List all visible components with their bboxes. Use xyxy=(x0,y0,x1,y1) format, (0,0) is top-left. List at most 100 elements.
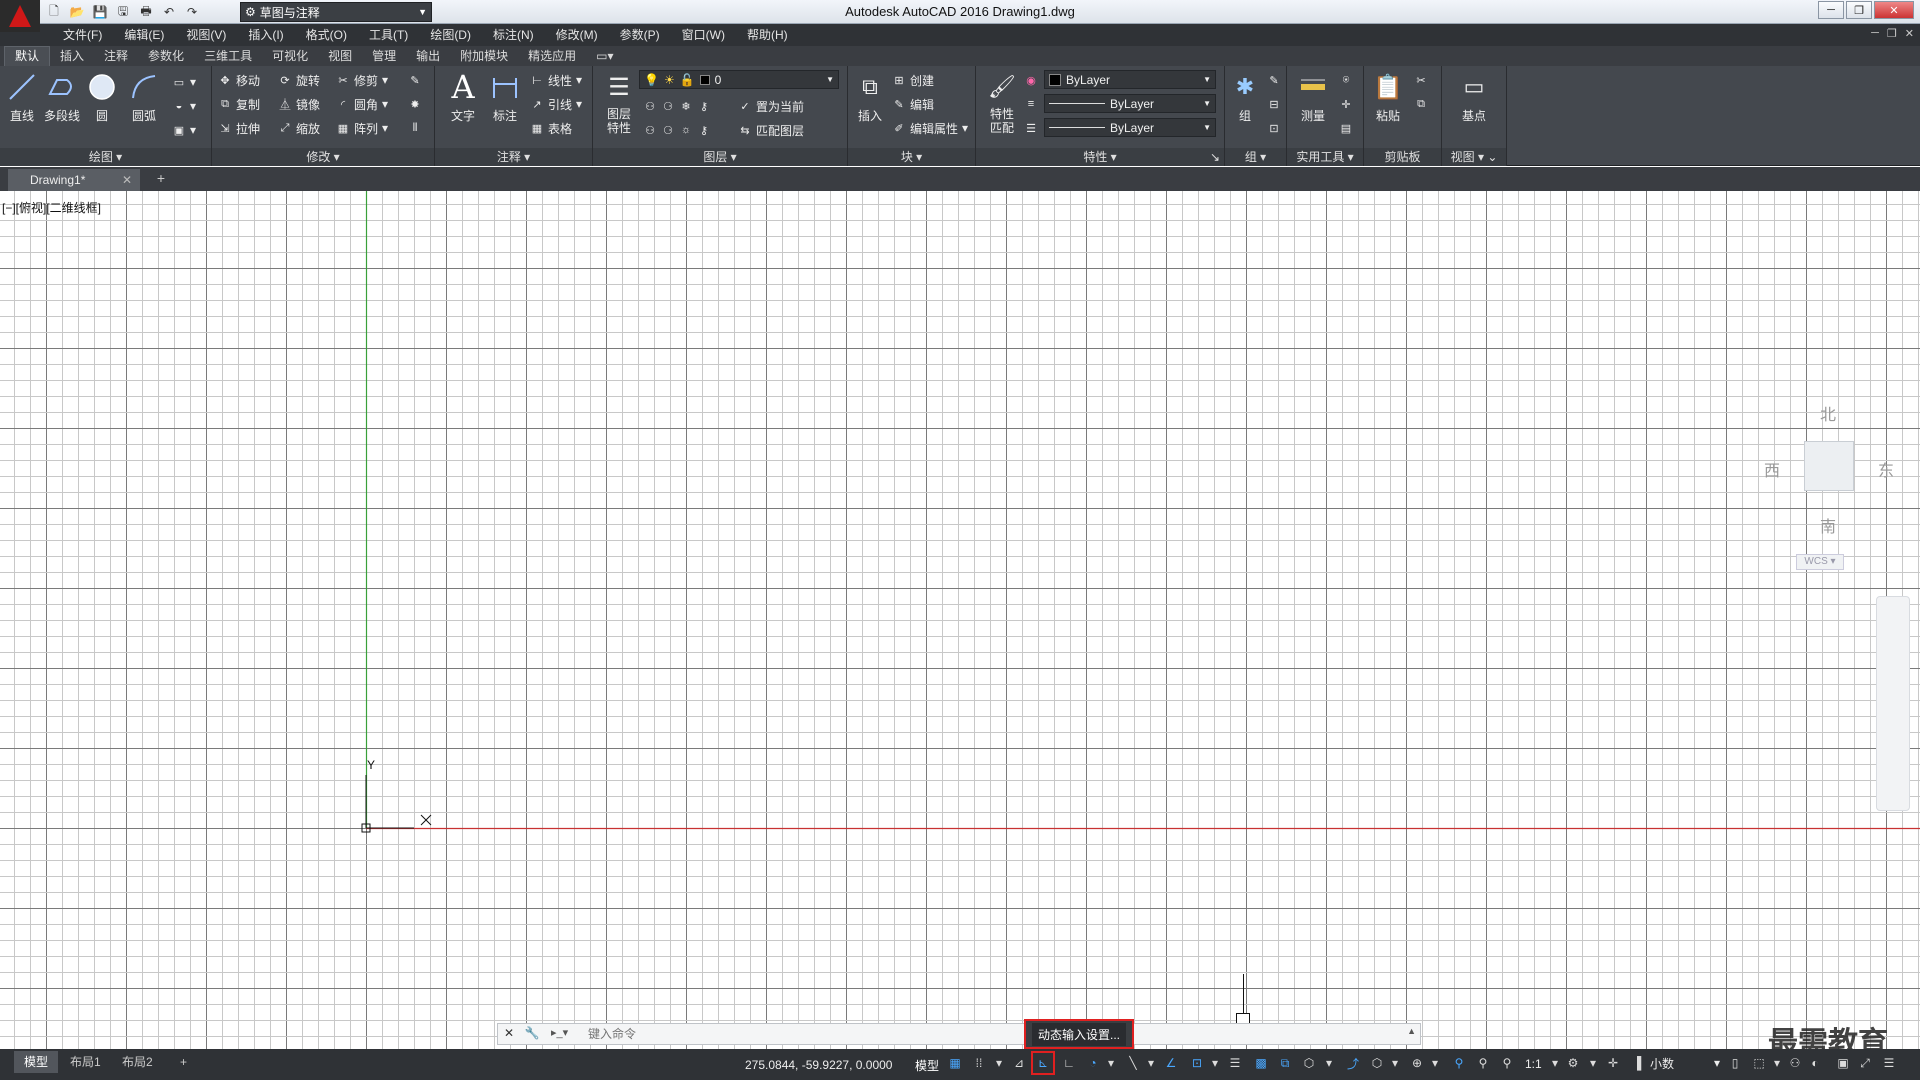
dynamic-input-settings-menu[interactable]: 动态输入设置... xyxy=(1024,1019,1134,1049)
tab-default[interactable]: 默认 xyxy=(4,46,51,66)
base-view-button[interactable]: ▭ 基点 xyxy=(1454,70,1494,124)
minimize-button[interactable]: ─ xyxy=(1818,1,1844,19)
color-selector[interactable]: ByLayer ▼ xyxy=(1044,70,1216,89)
linetype-selector[interactable]: ByLayer ▼ xyxy=(1044,94,1216,113)
quick-select-icon[interactable]: ⍟ xyxy=(1339,70,1353,90)
panel-modify-title[interactable]: 修改 ▾ xyxy=(212,148,434,166)
chevron-down-icon[interactable]: ▾ xyxy=(1142,1054,1160,1072)
match-layer-button[interactable]: ⇆ 匹配图层 xyxy=(738,120,804,140)
chevron-down-icon[interactable]: ▾ xyxy=(1320,1054,1338,1072)
hatch-button[interactable]: ◒ ▾ xyxy=(172,96,196,116)
annotation-scale-value[interactable]: 1:1 xyxy=(1525,1057,1542,1071)
chevron-down-icon[interactable]: ▾ xyxy=(1206,1054,1224,1072)
set-current-button[interactable]: ✓ 置为当前 xyxy=(738,96,804,116)
annotation-scale-icon[interactable]: ⚲ xyxy=(1498,1054,1516,1072)
trim-button[interactable]: ✂ 修剪 ▾ xyxy=(336,70,388,90)
stretch-button[interactable]: ⇲ 拉伸 xyxy=(218,118,260,138)
menu-parametric[interactable]: 参数(P) xyxy=(609,24,671,46)
3d-object-snap-icon[interactable]: ⬡ xyxy=(1300,1054,1318,1072)
edit-block-button[interactable]: ✎ 编辑 xyxy=(892,94,934,114)
circle-button[interactable]: 圆 xyxy=(82,70,122,124)
customization-icon[interactable]: ☰ xyxy=(1880,1054,1898,1072)
navigation-bar[interactable] xyxy=(1876,596,1910,811)
panel-utilities-title[interactable]: 实用工具 ▾ xyxy=(1287,148,1363,166)
viewcube-west[interactable]: 西 xyxy=(1764,457,1780,481)
grid-display-icon[interactable]: ▦ xyxy=(946,1054,964,1072)
selection-filter-icon[interactable]: ⬡ xyxy=(1368,1054,1386,1072)
menu-help[interactable]: 帮助(H) xyxy=(736,24,799,46)
measure-button[interactable]: 测量 xyxy=(1293,70,1333,124)
polar-tracking-icon[interactable]: ◔ xyxy=(1084,1054,1102,1072)
menu-format[interactable]: 格式(O) xyxy=(295,24,358,46)
point-style-icon[interactable]: ✛ xyxy=(1339,94,1353,114)
edit-attributes-button[interactable]: ✐ 编辑属性 ▾ xyxy=(892,118,968,138)
panel-properties-title[interactable]: 特性 ▾ ↘ xyxy=(976,148,1224,166)
hardware-acceleration-icon[interactable]: ◐ xyxy=(1806,1054,1824,1072)
menu-modify[interactable]: 修改(M) xyxy=(545,24,609,46)
panel-draw-title[interactable]: 绘图 ▾ xyxy=(0,148,211,166)
chevron-down-icon[interactable]: ▾ xyxy=(1386,1054,1404,1072)
tab-annotate[interactable]: 注释 xyxy=(94,47,138,66)
command-input[interactable] xyxy=(588,1026,888,1042)
panel-annotation-title[interactable]: 注释 ▾ xyxy=(435,148,592,166)
units-icon[interactable]: ▐ xyxy=(1628,1054,1646,1072)
menu-insert[interactable]: 插入(I) xyxy=(237,24,294,46)
layer-selector[interactable]: 💡 ☀ 🔓 0 ▼ xyxy=(639,70,839,89)
tab-insert[interactable]: 插入 xyxy=(50,47,94,66)
wrench-icon[interactable]: 🔧 xyxy=(524,1026,540,1042)
tab-parametric[interactable]: 参数化 xyxy=(138,47,194,66)
add-layout-icon[interactable]: + xyxy=(170,1051,197,1073)
drawing-canvas[interactable]: [−][俯视][二维线框] Y 北 西 东 南 WCS ▾ xyxy=(0,191,1920,1049)
mirror-button[interactable]: ⏅ 镜像 xyxy=(278,94,321,114)
fillet-button[interactable]: ◜ 圆角 ▾ xyxy=(336,94,388,114)
offset-button[interactable]: ⫴ xyxy=(408,118,422,138)
isolate-objects-icon[interactable]: ⚇ xyxy=(1786,1054,1804,1072)
layer-tools-row1[interactable]: ⚇ ⚆ ❄ ⚷ xyxy=(643,96,711,116)
leader-button[interactable]: ↗ 引线 ▾ xyxy=(530,94,582,114)
paste-button[interactable]: 📋 粘贴 xyxy=(1368,70,1408,124)
viewcube[interactable]: 北 西 东 南 WCS ▾ xyxy=(1752,391,1902,591)
boundary-button[interactable]: ▣ ▾ xyxy=(172,120,196,140)
doc-minimize-button[interactable]: ─ xyxy=(1871,27,1879,40)
tab-manage[interactable]: 管理 xyxy=(362,47,406,66)
menu-dimension[interactable]: 标注(N) xyxy=(482,24,545,46)
gizmo-icon[interactable]: ⊕ xyxy=(1408,1054,1426,1072)
create-block-button[interactable]: ⊞ 创建 xyxy=(892,70,934,90)
isometric-drafting-icon[interactable]: ╲ xyxy=(1124,1054,1142,1072)
tab-output[interactable]: 输出 xyxy=(406,47,450,66)
menu-edit[interactable]: 编辑(E) xyxy=(113,24,175,46)
dimension-button[interactable]: 标注 xyxy=(485,70,525,124)
panel-view-title[interactable]: 视图 ▾ ⌄ xyxy=(1442,148,1506,166)
panel-groups-title[interactable]: 组 ▾ xyxy=(1225,148,1286,166)
new-tab-button[interactable]: + xyxy=(150,170,172,188)
erase-button[interactable]: ✎ xyxy=(408,70,422,90)
viewcube-east[interactable]: 东 xyxy=(1878,457,1894,481)
menu-window[interactable]: 窗口(W) xyxy=(671,24,736,46)
calculator-icon[interactable]: ▤ xyxy=(1339,118,1353,138)
viewcube-south[interactable]: 南 xyxy=(1820,513,1836,537)
menu-file[interactable]: 文件(F) xyxy=(52,24,113,46)
coordinates-readout[interactable]: 275.0844, -59.9227, 0.0000 xyxy=(745,1058,892,1072)
chevron-down-icon[interactable]: ▾ xyxy=(1584,1054,1602,1072)
color-wheel-icon[interactable]: ◉ xyxy=(1024,70,1038,90)
annotation-visibility-icon[interactable]: ⚲ xyxy=(1450,1054,1468,1072)
workspace-switch-icon[interactable]: ⚙ xyxy=(1564,1054,1582,1072)
explode-button[interactable]: ✸ xyxy=(408,94,422,114)
lineweight-display-icon[interactable]: ☰ xyxy=(1226,1054,1244,1072)
array-button[interactable]: ▦ 阵列 ▾ xyxy=(336,118,388,138)
auto-scale-icon[interactable]: ⚲ xyxy=(1474,1054,1492,1072)
tab-featured-apps[interactable]: 精选应用 xyxy=(518,47,586,66)
rotate-button[interactable]: ⟳ 旋转 xyxy=(278,70,320,90)
text-button[interactable]: A 文字 xyxy=(443,68,483,124)
dynamic-ucs-icon[interactable]: ⤴ xyxy=(1344,1054,1362,1072)
rectangle-button[interactable]: ▭ ▾ xyxy=(172,72,196,92)
chevron-up-icon[interactable]: ▲ xyxy=(1407,1026,1416,1036)
fullscreen-icon[interactable]: ⤢ xyxy=(1856,1054,1874,1072)
restore-button[interactable]: ❐ xyxy=(1846,1,1872,19)
linear-button[interactable]: ⊢ 线性 ▾ xyxy=(530,70,582,90)
linetype-icon[interactable]: ≡ xyxy=(1024,94,1038,114)
arc-button[interactable]: 圆弧 xyxy=(124,70,164,124)
copy-button[interactable]: ⧉ 复制 xyxy=(218,94,260,114)
snap-mode-icon[interactable]: ⁞⁞ xyxy=(970,1054,988,1072)
ortho-mode-icon[interactable]: ∟ xyxy=(1060,1054,1078,1072)
